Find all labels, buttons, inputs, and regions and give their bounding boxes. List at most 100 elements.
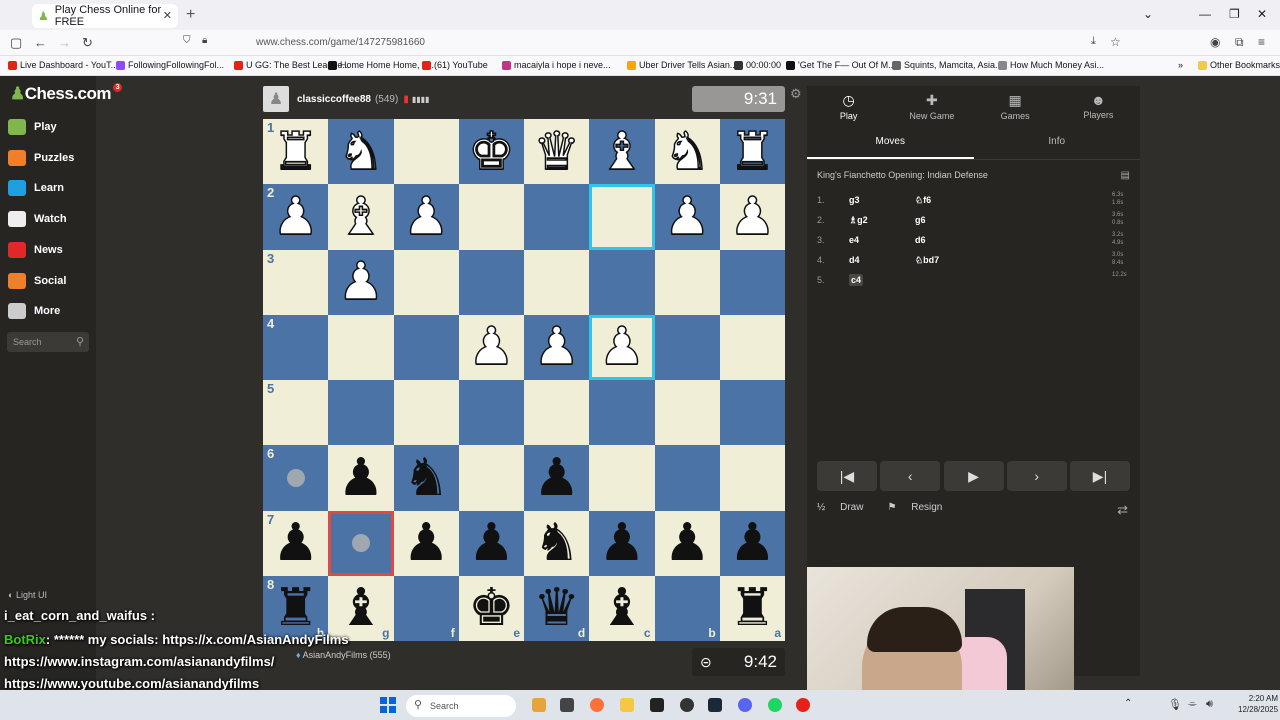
board-square[interactable] <box>589 380 655 446</box>
tab-moves[interactable]: Moves <box>807 132 974 159</box>
firefox-icon[interactable] <box>590 698 604 712</box>
board-square[interactable]: ♞ <box>393 445 459 511</box>
board-square[interactable] <box>524 184 590 250</box>
black-knight-icon[interactable]: ♞ <box>403 452 450 504</box>
black-pawn-icon[interactable]: ♟ <box>403 517 450 569</box>
opening-name[interactable]: King's Fianchetto Opening: Indian Defens… <box>817 170 988 180</box>
board-square[interactable]: 6 <box>263 445 329 511</box>
black-pawn-icon[interactable]: ♟ <box>664 517 711 569</box>
tab-games[interactable]: ▦ Games <box>974 86 1057 126</box>
board-square[interactable] <box>654 314 720 380</box>
board-square[interactable]: c ♝ <box>589 575 655 641</box>
save-page-icon[interactable]: ⤓ <box>1091 35 1096 48</box>
other-bookmarks[interactable]: Other Bookmarks <box>1198 60 1280 70</box>
white-bishop-icon[interactable]: ♝ <box>337 190 385 244</box>
draw-button[interactable]: ½ Draw <box>817 502 875 513</box>
bookmark-item[interactable]: Squints, Mamcita, Asia... <box>892 60 1003 70</box>
white-move[interactable]: d4 <box>849 255 860 265</box>
list-tabs-icon[interactable]: ⌄ <box>1143 7 1153 21</box>
chess-board[interactable]: 1 ♜ ♞ ♚ ♛ ♝ ♞ ♜ 2 ♟ ♝ ♟ ♟ ♟ 3 ♟ 4 ♟ ♟ ♟ 5 6 ♟ ♞ ♟ 7 ♟ ♟ ♟ ♞ ♟ ♟ ♟ 8 h ♜ g ♝ f e… <box>263 119 785 641</box>
black-move[interactable]: d6 <box>915 235 926 245</box>
folder-icon[interactable] <box>620 698 634 712</box>
bookmark-item[interactable]: (61) YouTube <box>422 60 488 70</box>
board-square[interactable]: ♟ <box>654 510 720 576</box>
black-knight-icon[interactable]: ♞ <box>533 517 580 569</box>
minimize-icon[interactable]: — <box>1199 7 1211 21</box>
board-square[interactable]: 4 <box>263 314 329 380</box>
white-queen-icon[interactable]: ♛ <box>533 125 581 179</box>
search-icon[interactable]: ⚲ <box>76 335 84 348</box>
shield-icon[interactable]: ⛉ <box>183 35 191 46</box>
board-square[interactable]: ♟ <box>458 510 524 576</box>
bookmark-item[interactable]: 00:00:00 <box>734 60 781 70</box>
previous-move-button[interactable]: ‹ <box>880 461 941 491</box>
app-icon[interactable] <box>796 698 810 712</box>
white-pawn-icon[interactable]: ♟ <box>337 255 385 309</box>
black-bishop-icon[interactable]: ♝ <box>599 582 646 634</box>
maximize-icon[interactable]: ❐ <box>1229 7 1240 21</box>
board-square[interactable] <box>393 119 459 185</box>
board-square[interactable] <box>589 184 655 250</box>
black-pawn-icon[interactable]: ♟ <box>599 517 646 569</box>
board-square[interactable] <box>719 445 785 511</box>
white-move[interactable]: e4 <box>849 235 859 245</box>
black-move[interactable]: g6 <box>915 215 926 225</box>
board-square[interactable]: ♜ <box>719 119 785 185</box>
gear-icon[interactable]: ⚙ <box>790 86 802 102</box>
black-rook-icon[interactable]: ♜ <box>729 582 776 634</box>
board-square[interactable]: d ♛ <box>524 575 590 641</box>
board-square[interactable] <box>524 249 590 315</box>
sidebar-toggle-icon[interactable]: ▢ <box>10 35 22 51</box>
black-pawn-icon[interactable]: ♟ <box>338 452 385 504</box>
board-square[interactable] <box>654 445 720 511</box>
board-square[interactable]: ♟ <box>458 314 524 380</box>
board-square[interactable]: ♞ <box>328 119 394 185</box>
steam-icon[interactable] <box>708 698 722 712</box>
menu-icon[interactable]: ≡ <box>1258 35 1265 49</box>
sidebar-item-news[interactable]: News <box>8 239 63 261</box>
board-square[interactable] <box>719 314 785 380</box>
tab-info[interactable]: Info <box>974 132 1141 159</box>
bookmark-item[interactable]: Live Dashboard - YouT... <box>8 60 118 70</box>
play-button[interactable]: ▶ <box>943 461 1004 491</box>
white-pawn-icon[interactable]: ♟ <box>402 190 450 244</box>
board-square[interactable]: ♟ <box>524 314 590 380</box>
sidebar-item-social[interactable]: Social <box>8 270 66 292</box>
discord-icon[interactable] <box>738 698 752 712</box>
bookmark-item[interactable]: macaiyla i hope i neve... <box>502 60 611 70</box>
board-square[interactable]: ♛ <box>524 119 590 185</box>
board-square[interactable] <box>328 510 394 576</box>
board-square[interactable]: f <box>393 575 459 641</box>
bookmark-item[interactable]: How Much Money Asi... <box>998 60 1104 70</box>
board-square[interactable]: 5 <box>263 380 329 446</box>
board-square[interactable]: ♟ <box>589 314 655 380</box>
board-square[interactable]: ♟ <box>328 249 394 315</box>
white-pawn-icon[interactable]: ♟ <box>728 190 776 244</box>
system-clock[interactable]: 2:20 AM 12/28/2025 <box>1238 693 1278 715</box>
book-icon[interactable]: ▤ <box>1121 170 1130 181</box>
board-square[interactable]: 3 <box>263 249 329 315</box>
bookmark-item[interactable]: 'Get The F— Out Of M... <box>786 60 896 70</box>
black-move[interactable]: ♘bd7 <box>915 255 939 266</box>
last-move-button[interactable]: ▶| <box>1070 461 1130 491</box>
white-knight-icon[interactable]: ♞ <box>663 125 711 179</box>
board-square[interactable]: ♝ <box>328 184 394 250</box>
close-tab-icon[interactable]: ✕ <box>163 9 172 22</box>
board-square[interactable] <box>589 445 655 511</box>
white-pawn-icon[interactable]: ♟ <box>272 190 320 244</box>
first-move-button[interactable]: |◀ <box>817 461 877 491</box>
board-square[interactable] <box>328 314 394 380</box>
sidebar-item-more[interactable]: More <box>8 300 60 322</box>
chess-logo[interactable]: ♟Chess.com 3 <box>10 83 122 104</box>
lock-icon[interactable]: 🔒︎ <box>202 35 207 46</box>
sidebar-search-input[interactable]: Search ⚲ <box>7 332 89 352</box>
bookmark-item[interactable]: FollowingFollowingFol... <box>116 60 224 70</box>
board-square[interactable] <box>458 249 524 315</box>
board-square[interactable]: b <box>654 575 720 641</box>
network-icon[interactable]: ⌯ <box>1188 698 1202 712</box>
opponent-name[interactable]: classiccoffee88 <box>297 94 371 105</box>
sidebar-item-play[interactable]: Play <box>8 116 57 138</box>
new-tab-icon[interactable]: + <box>186 6 195 24</box>
black-pawn-icon[interactable]: ♟ <box>468 517 515 569</box>
board-square[interactable]: ♞ <box>654 119 720 185</box>
